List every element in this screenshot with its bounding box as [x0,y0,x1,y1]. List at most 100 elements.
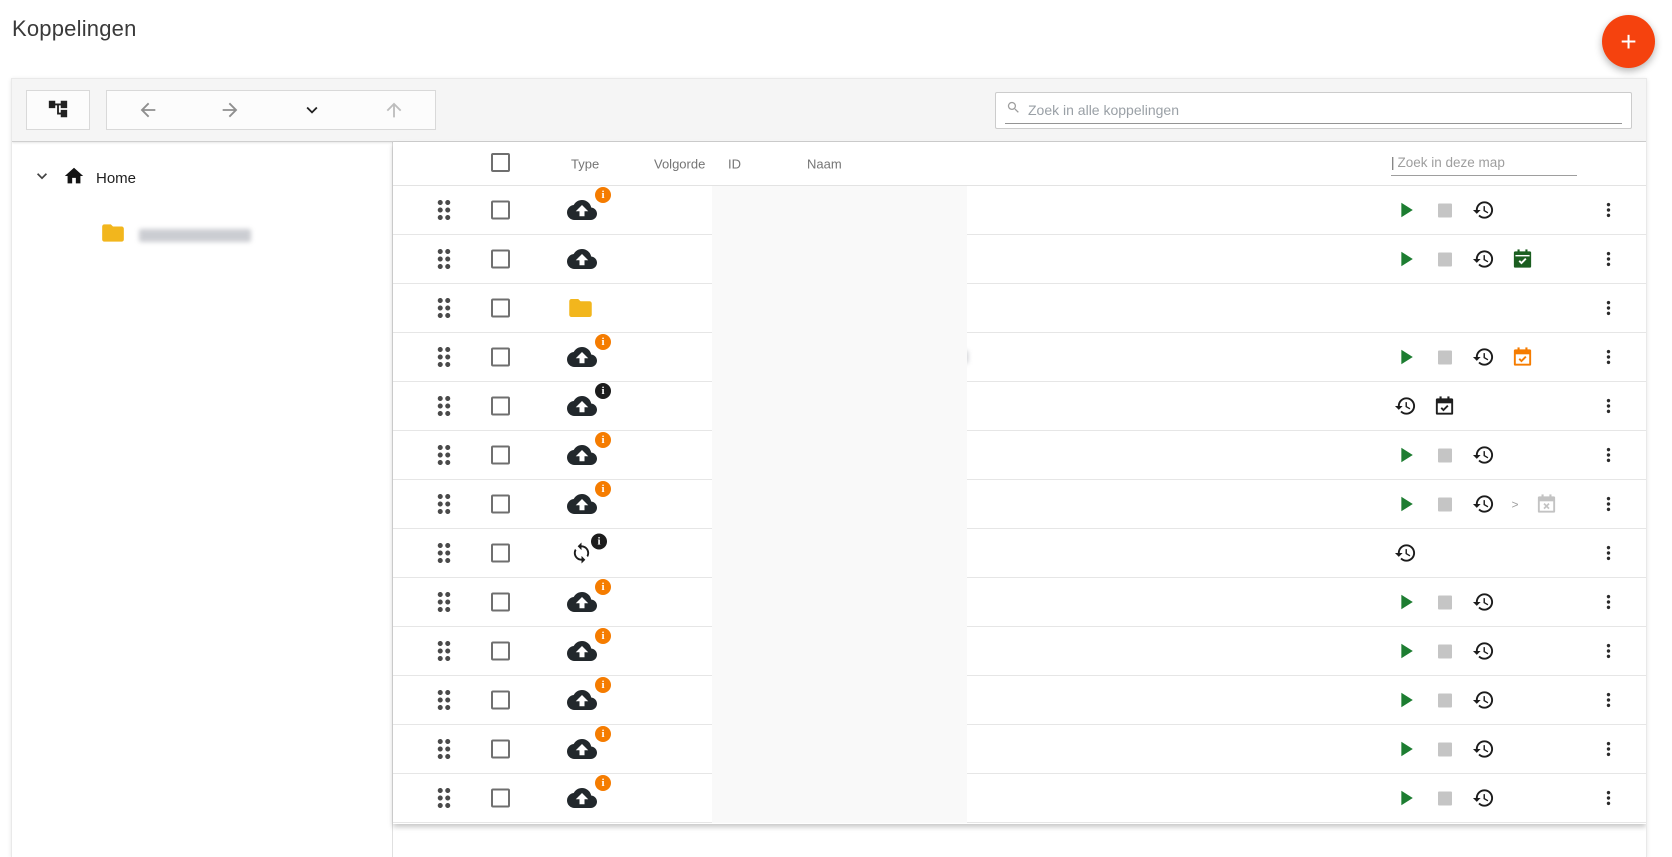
drag-handle-icon[interactable] [429,293,459,323]
global-search-input[interactable] [1028,102,1621,118]
row-checkbox[interactable] [491,740,510,759]
kebab-menu-icon[interactable] [1597,640,1620,663]
chevron-down-icon[interactable] [32,166,52,190]
row-checkbox[interactable] [491,789,510,808]
drag-handle-icon[interactable] [429,636,459,666]
info-badge-icon[interactable]: i [595,726,611,742]
drag-handle-icon[interactable] [429,489,459,519]
history-button[interactable] [1471,198,1496,223]
kebab-menu-icon[interactable] [1597,395,1620,418]
kebab-menu-icon[interactable] [1597,297,1620,320]
info-badge-icon[interactable]: i [595,334,611,350]
nav-down-button[interactable] [271,91,353,131]
info-badge-icon[interactable]: i [595,579,611,595]
table-row[interactable]: i [393,529,1646,578]
calendar-x-button[interactable] [1534,492,1559,517]
stop-button[interactable] [1432,590,1457,615]
row-checkbox[interactable] [491,691,510,710]
info-badge-icon[interactable]: i [595,775,611,791]
stop-button[interactable] [1432,639,1457,664]
play-button[interactable] [1393,786,1418,811]
kebab-menu-icon[interactable] [1597,738,1620,761]
row-checkbox[interactable] [491,201,510,220]
drag-handle-icon[interactable] [429,391,459,421]
history-button[interactable] [1471,443,1496,468]
kebab-menu-icon[interactable] [1597,444,1620,467]
table-row[interactable]: i [393,774,1646,823]
nav-up-button[interactable] [353,91,435,131]
stop-button[interactable] [1432,247,1457,272]
stop-button[interactable] [1432,345,1457,370]
kebab-menu-icon[interactable] [1597,346,1620,369]
kebab-menu-icon[interactable] [1597,787,1620,810]
play-button[interactable] [1393,492,1418,517]
history-button[interactable] [1471,688,1496,713]
play-button[interactable] [1393,247,1418,272]
table-row[interactable]: i [393,382,1646,431]
info-badge-icon[interactable]: i [591,534,607,550]
row-checkbox[interactable] [491,495,510,514]
stop-button[interactable] [1432,198,1457,223]
info-badge-icon[interactable]: i [595,628,611,644]
row-checkbox[interactable] [491,299,510,318]
stop-button[interactable] [1432,492,1457,517]
stop-button[interactable] [1432,688,1457,713]
info-badge-icon[interactable]: i [595,432,611,448]
row-checkbox[interactable] [491,642,510,661]
kebab-menu-icon[interactable] [1597,493,1620,516]
drag-handle-icon[interactable] [429,783,459,813]
drag-handle-icon[interactable] [429,244,459,274]
history-button[interactable] [1471,590,1496,615]
history-button[interactable] [1393,394,1418,419]
table-row[interactable] [393,284,1646,333]
info-badge-icon[interactable]: i [595,677,611,693]
calendar-check-button[interactable] [1510,247,1535,272]
info-badge-icon[interactable]: i [595,187,611,203]
history-button[interactable] [1471,786,1496,811]
play-button[interactable] [1393,443,1418,468]
history-button[interactable] [1471,492,1496,517]
drag-handle-icon[interactable] [429,685,459,715]
table-row[interactable]: i [393,578,1646,627]
drag-handle-icon[interactable] [429,538,459,568]
drag-handle-icon[interactable] [429,587,459,617]
kebab-menu-icon[interactable] [1597,689,1620,712]
nav-back-button[interactable] [107,91,189,131]
calendar-check-button[interactable] [1432,394,1457,419]
history-button[interactable] [1471,737,1496,762]
play-button[interactable] [1393,590,1418,615]
table-row[interactable]: i [393,333,1646,382]
calendar-check-button[interactable] [1510,345,1535,370]
kebab-menu-icon[interactable] [1597,199,1620,222]
stop-button[interactable] [1432,786,1457,811]
history-button[interactable] [1471,247,1496,272]
play-button[interactable] [1393,198,1418,223]
table-row[interactable]: i [393,431,1646,480]
stop-button[interactable] [1432,737,1457,762]
history-button[interactable] [1393,541,1418,566]
table-row[interactable] [393,235,1646,284]
tree-item-home[interactable]: Home [12,156,392,200]
play-button[interactable] [1393,345,1418,370]
play-button[interactable] [1393,688,1418,713]
drag-handle-icon[interactable] [429,342,459,372]
table-row[interactable]: i [393,676,1646,725]
tree-item-folder[interactable] [100,220,392,251]
tree-view-button[interactable] [26,90,90,130]
info-badge-icon[interactable]: i [595,481,611,497]
row-checkbox[interactable] [491,348,510,367]
play-button[interactable] [1393,639,1418,664]
folder-search-input[interactable] [1398,155,1558,170]
kebab-menu-icon[interactable] [1597,248,1620,271]
select-all-checkbox[interactable] [491,153,510,175]
row-checkbox[interactable] [491,446,510,465]
play-button[interactable] [1393,737,1418,762]
info-badge-icon[interactable]: i [595,383,611,399]
row-checkbox[interactable] [491,593,510,612]
kebab-menu-icon[interactable] [1597,591,1620,614]
row-checkbox[interactable] [491,250,510,269]
kebab-menu-icon[interactable] [1597,542,1620,565]
drag-handle-icon[interactable] [429,440,459,470]
add-koppeling-button[interactable]: + [1602,15,1655,68]
table-row[interactable]: i [393,186,1646,235]
